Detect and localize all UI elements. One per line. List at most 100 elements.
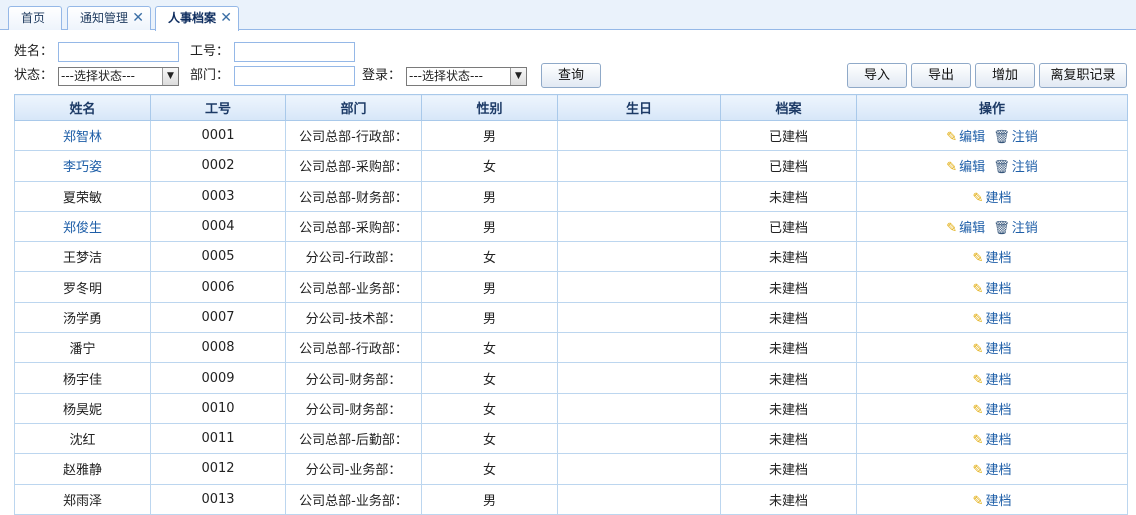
import-button[interactable]: 导入: [847, 63, 907, 88]
personnel-table: 姓名 工号 部门 性别 生日 档案 操作 郑智林 0001 公司总部-行政部：男已建…: [14, 94, 1128, 515]
create-file-action[interactable]: ✎ 建档: [973, 282, 1012, 297]
pencil-icon: ✎: [946, 160, 958, 176]
cell-file-status: 已建档: [720, 119, 857, 152]
pencil-icon: ✎: [972, 311, 984, 327]
header-name[interactable]: 姓名: [14, 94, 151, 121]
export-button[interactable]: 导出: [911, 63, 971, 88]
query-button[interactable]: 查询: [541, 63, 601, 88]
trash-icon: 🗑: [993, 221, 1010, 237]
cell-file-status: 未建档: [720, 453, 857, 485]
cell-name[interactable]: 李巧姿: [14, 150, 151, 182]
cancel-action[interactable]: 🗑 注销: [985, 160, 1038, 175]
tab-label: 通知管理: [80, 11, 129, 25]
cancel-action[interactable]: 🗑 注销: [985, 221, 1038, 236]
cell-gender: 男: [421, 271, 558, 303]
cell-employee-id: 0009: [150, 362, 286, 394]
name-input[interactable]: [58, 42, 179, 62]
create-file-label: 建档: [985, 281, 1012, 297]
cancel-action[interactable]: 🗑 注销: [985, 130, 1038, 145]
table-row[interactable]: 沈红 0011 公司总部-后勤部：女 未建档 ✎ 建档: [14, 422, 1128, 455]
resign-records-button[interactable]: 离复职记录: [1039, 63, 1127, 88]
cell-birthday: [557, 332, 721, 364]
cell-employee-id: 0004: [150, 210, 286, 243]
cell-operations: ✎ 建档: [856, 332, 1128, 364]
table-row[interactable]: 罗冬明 0006 公司总部-业务部：男 未建档 ✎ 建档: [14, 271, 1128, 303]
edit-action[interactable]: ✎ 编辑: [946, 160, 985, 175]
header-employee-id[interactable]: 工号: [150, 94, 286, 121]
edit-action[interactable]: ✎ 编辑: [946, 130, 985, 145]
cell-name[interactable]: 郑智林: [14, 119, 151, 152]
header-birthday[interactable]: 生日: [557, 94, 721, 121]
cell-gender: 女: [421, 392, 558, 424]
chevron-down-icon[interactable]: ▼: [162, 68, 178, 85]
cell-employee-id: 0008: [150, 332, 286, 364]
close-icon[interactable]: ✕: [220, 7, 232, 29]
table-row[interactable]: 李巧姿 0002 公司总部-采购部：女已建档 ✎ 编辑 🗑 注销: [14, 150, 1128, 182]
table-row[interactable]: 杨昊妮 0010 分公司-财务部：女 未建档 ✎ 建档: [14, 392, 1128, 424]
pencil-icon: ✎: [972, 463, 984, 479]
cell-department: 公司总部-采购部：: [285, 150, 422, 182]
cell-employee-id: 0001: [150, 119, 286, 152]
cell-file-status: 未建档: [720, 422, 857, 455]
create-file-action[interactable]: ✎ 建档: [973, 373, 1012, 388]
table-row[interactable]: 郑雨泽 0013 公司总部-业务部：男 未建档 ✎ 建档: [14, 483, 1128, 515]
create-file-label: 建档: [985, 251, 1012, 267]
table-row[interactable]: 郑智林 0001 公司总部-行政部：男已建档 ✎ 编辑 🗑 注销: [14, 119, 1128, 152]
table-row[interactable]: 郑俊生 0004 公司总部-采购部：男已建档 ✎ 编辑 🗑 注销: [14, 210, 1128, 243]
tab-notice-management[interactable]: 通知管理 ✕: [67, 6, 151, 30]
create-file-action[interactable]: ✎ 建档: [973, 251, 1012, 266]
cell-name: 潘宁: [14, 332, 151, 364]
cell-gender: 男: [421, 301, 558, 334]
cell-department: 公司总部-采购部：: [285, 210, 422, 243]
cell-name: 沈红: [14, 422, 151, 455]
cell-birthday: [557, 150, 721, 182]
create-file-action[interactable]: ✎ 建档: [973, 342, 1012, 357]
create-file-action[interactable]: ✎ 建档: [973, 494, 1012, 509]
table-row[interactable]: 潘宁 0008 公司总部-行政部：女 未建档 ✎ 建档: [14, 332, 1128, 364]
cell-name: 罗冬明: [14, 271, 151, 303]
table-row[interactable]: 夏荣敏 0003 公司总部-财务部：男 未建档 ✎ 建档: [14, 180, 1128, 212]
department-input[interactable]: [234, 66, 355, 86]
cell-gender: 男: [421, 210, 558, 243]
cell-gender: 女: [421, 241, 558, 273]
employee-id-input[interactable]: [234, 42, 355, 62]
add-button[interactable]: 增加: [975, 63, 1035, 88]
edit-action[interactable]: ✎ 编辑: [946, 221, 985, 236]
create-file-action[interactable]: ✎ 建档: [973, 463, 1012, 478]
create-file-action[interactable]: ✎ 建档: [973, 433, 1012, 448]
header-department[interactable]: 部门: [285, 94, 422, 121]
create-file-action[interactable]: ✎ 建档: [973, 312, 1012, 327]
cell-gender: 男: [421, 119, 558, 152]
table-row[interactable]: 赵雅静 0012 分公司-业务部：女 未建档 ✎ 建档: [14, 453, 1128, 485]
pencil-icon: ✎: [972, 493, 984, 509]
edit-label: 编辑: [959, 221, 986, 237]
cell-file-status: 未建档: [720, 180, 857, 212]
pencil-icon: ✎: [972, 372, 984, 388]
edit-label: 编辑: [959, 160, 986, 176]
cell-operations: ✎ 建档: [856, 453, 1128, 485]
chevron-down-icon[interactable]: ▼: [510, 68, 526, 85]
create-file-label: 建档: [985, 372, 1012, 388]
cell-birthday: [557, 362, 721, 394]
close-icon[interactable]: ✕: [132, 7, 144, 29]
cell-gender: 女: [421, 150, 558, 182]
table-row[interactable]: 王梦洁 0005 分公司-行政部：女 未建档 ✎ 建档: [14, 241, 1128, 273]
tab-personnel-files[interactable]: 人事档案 ✕: [155, 6, 239, 31]
create-file-action[interactable]: ✎ 建档: [973, 191, 1012, 206]
cell-name[interactable]: 郑俊生: [14, 210, 151, 243]
status-select[interactable]: ---选择状态--- ▼: [58, 67, 179, 86]
pencil-icon: ✎: [972, 342, 984, 358]
create-file-action[interactable]: ✎ 建档: [973, 403, 1012, 418]
tab-home[interactable]: 首页: [8, 6, 62, 30]
login-select[interactable]: ---选择状态--- ▼: [406, 67, 527, 86]
create-file-label: 建档: [985, 463, 1012, 479]
table-row[interactable]: 杨宇佳 0009 分公司-财务部：女 未建档 ✎ 建档: [14, 362, 1128, 394]
department-label: 部门：: [190, 68, 230, 83]
header-gender[interactable]: 性别: [421, 94, 558, 121]
cell-file-status: 未建档: [720, 392, 857, 424]
header-file[interactable]: 档案: [720, 94, 857, 121]
cell-department: 分公司-财务部：: [285, 392, 422, 424]
table-row[interactable]: 汤学勇 0007 分公司-技术部：男 未建档 ✎ 建档: [14, 301, 1128, 334]
pencil-icon: ✎: [972, 251, 984, 267]
cell-birthday: [557, 180, 721, 212]
